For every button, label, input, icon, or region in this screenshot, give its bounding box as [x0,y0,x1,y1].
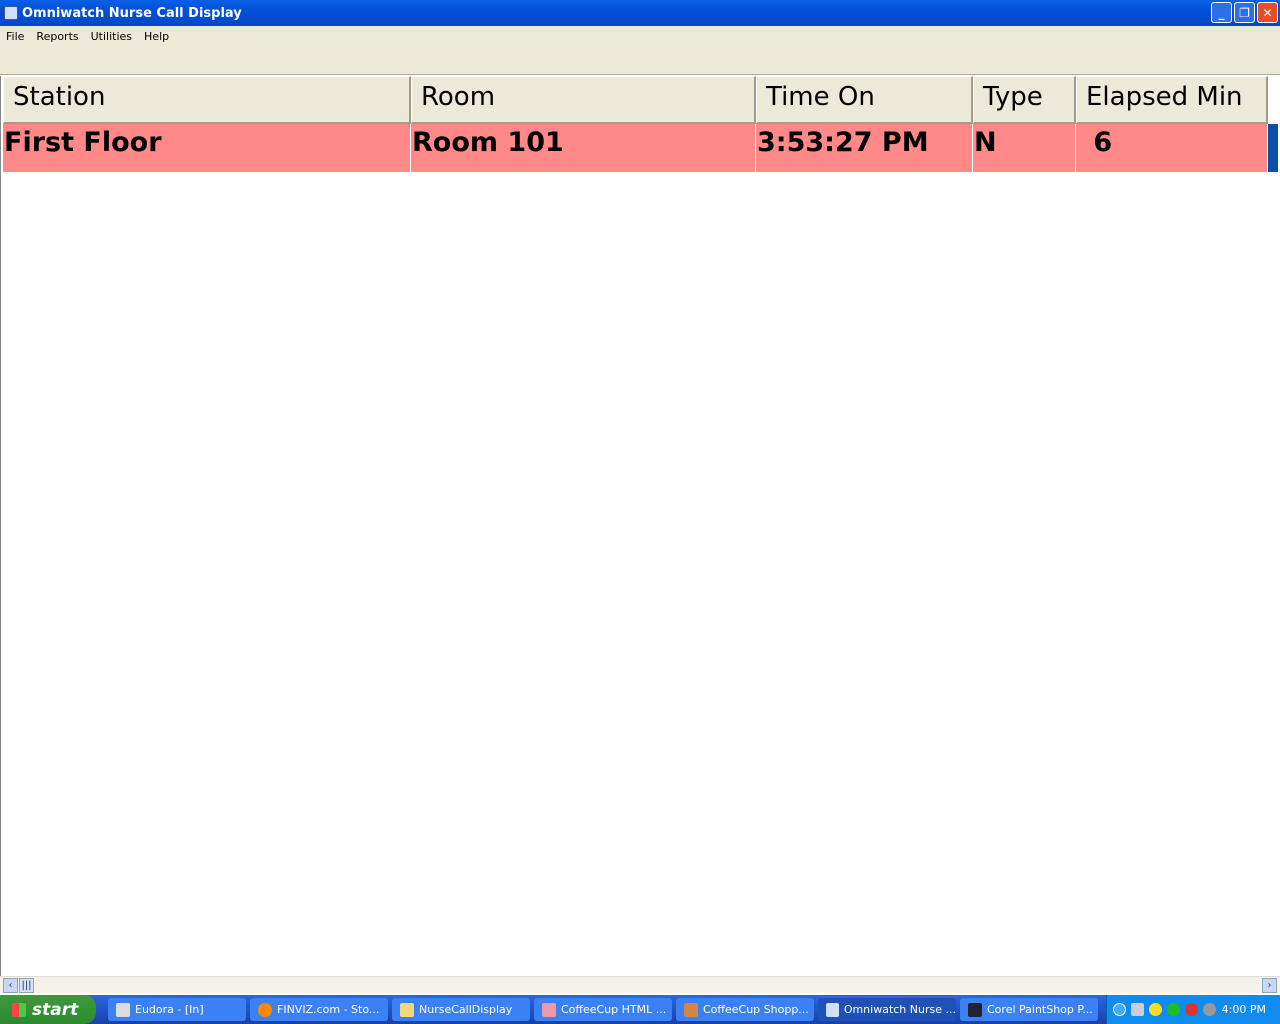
task-nursecalldisplay[interactable]: NurseCallDisplay [392,998,530,1021]
taskbar: start Eudora - [In] FINVIZ.com - Sto... … [0,995,1280,1024]
cell-station: First Floor [3,124,411,172]
menu-help[interactable]: Help [138,30,175,43]
cell-elapsed: 6 [1076,124,1268,172]
column-header-time-on[interactable]: Time On [756,76,973,124]
xbox-icon[interactable] [1167,1003,1180,1016]
task-finviz[interactable]: FINVIZ.com - Sto... [250,998,388,1021]
column-header-room[interactable]: Room [411,76,756,124]
network-icon[interactable] [1131,1003,1144,1016]
scroll-right-button[interactable]: › [1262,978,1277,993]
eudora-icon [116,1002,130,1017]
scroll-thumb[interactable]: ||| [19,978,34,993]
system-tray: 4:00 PM [1106,995,1280,1024]
security-shield-icon[interactable] [1149,1003,1162,1016]
horizontal-scrollbar[interactable]: ‹ ||| › [0,976,1280,993]
cell-room: Room 101 [411,124,756,172]
task-coffeecup-shopping[interactable]: CoffeeCup Shopp... [676,998,814,1021]
cell-type: N [973,124,1076,172]
header-row: Station Room Time On Type Elapsed Min [3,76,1268,124]
task-label: Eudora - [In] [135,1003,204,1016]
task-coffeecup-html[interactable]: CoffeeCup HTML ... [534,998,672,1021]
antivirus-icon[interactable] [1185,1003,1198,1016]
column-header-station[interactable]: Station [3,76,411,124]
call-grid: Station Room Time On Type Elapsed Min Fi… [0,76,1280,976]
scroll-left-button[interactable]: ‹ [3,978,18,993]
close-button[interactable]: ✕ [1257,2,1278,23]
paintshop-icon [968,1002,982,1017]
cell-time-on: 3:53:27 PM [756,124,973,172]
title-bar: Omniwatch Nurse Call Display _ ❐ ✕ [0,0,1280,26]
menu-reports[interactable]: Reports [30,30,84,43]
show-hidden-icons-button[interactable] [1113,1003,1126,1016]
start-button[interactable]: start [0,995,96,1024]
minimize-button[interactable]: _ [1211,2,1232,23]
task-label: Omniwatch Nurse ... [843,1003,956,1016]
task-label: CoffeeCup Shopp... [703,1003,809,1016]
coffeecup-icon [542,1002,556,1017]
row-scroll-indicator[interactable] [1268,124,1278,172]
omniwatch-icon [826,1002,839,1017]
menu-file[interactable]: File [0,30,30,43]
app-icon [4,6,18,20]
task-eudora[interactable]: Eudora - [In] [108,998,246,1021]
table-row[interactable]: First Floor Room 101 3:53:27 PM N 6 [3,124,1268,172]
shopping-cart-icon [684,1002,698,1017]
task-label: NurseCallDisplay [419,1003,513,1016]
firefox-icon [258,1002,272,1017]
task-label: Corel PaintShop P... [987,1003,1093,1016]
clock[interactable]: 4:00 PM [1222,1003,1266,1016]
column-header-elapsed-min[interactable]: Elapsed Min [1076,76,1268,124]
task-label: FINVIZ.com - Sto... [277,1003,380,1016]
column-header-type[interactable]: Type [973,76,1076,124]
toolbar [0,46,1280,75]
task-label: CoffeeCup HTML ... [561,1003,667,1016]
task-corel-paintshop[interactable]: Corel PaintShop P... [960,998,1098,1021]
window-title: Omniwatch Nurse Call Display [22,5,242,21]
menu-utilities[interactable]: Utilities [85,30,138,43]
windows-logo-icon [12,1002,26,1017]
folder-icon [400,1002,414,1017]
start-label: start [32,999,79,1020]
menu-bar: File Reports Utilities Help [0,26,1280,46]
restore-button[interactable]: ❐ [1234,2,1255,23]
volume-icon[interactable] [1203,1003,1216,1016]
task-omniwatch[interactable]: Omniwatch Nurse ... [818,998,956,1021]
